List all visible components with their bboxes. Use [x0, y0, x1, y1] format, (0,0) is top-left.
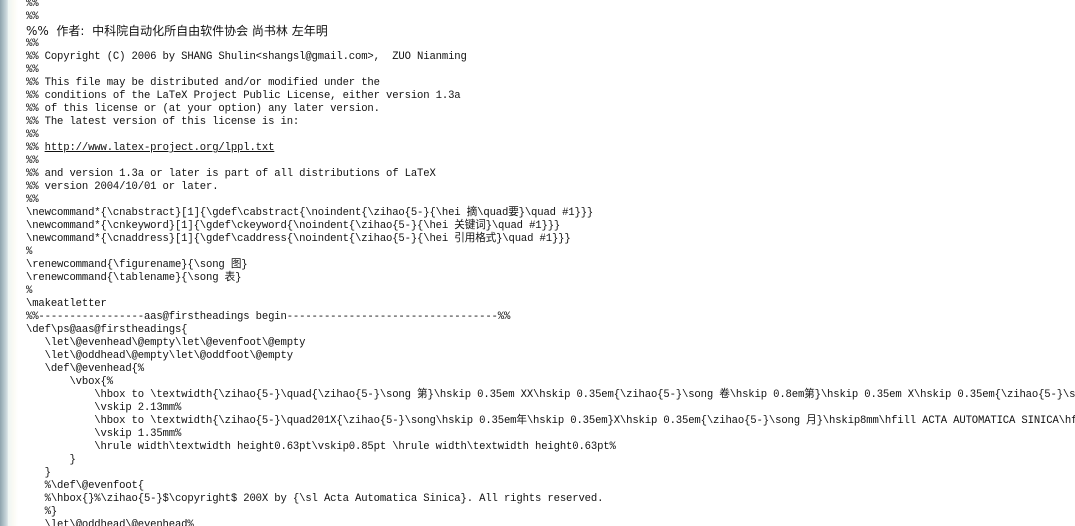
code-line: \let\@evenhead\@empty\let\@evenfoot\@emp…: [26, 337, 306, 349]
code-line: \renewcommand{\tablename}{\song 表}: [26, 272, 242, 284]
code-line: %%: [26, 129, 39, 141]
license-url-link[interactable]: http://www.latex-project.org/lppl.txt: [45, 142, 275, 154]
code-line: %%: [26, 38, 39, 50]
editor-text-area[interactable]: %%%%%% 作者: 中科院自动化所自由软件协会 尚书林 左年明%%%% Cop…: [26, 0, 1075, 526]
code-line: %%-----------------aas@firstheadings beg…: [26, 311, 511, 323]
code-line: \def\ps@aas@firstheadings{: [26, 324, 188, 336]
code-line: %% version 2004/10/01 or later.: [26, 181, 219, 193]
text-editor-window: %%%%%% 作者: 中科院自动化所自由软件协会 尚书林 左年明%%%% Cop…: [0, 0, 1075, 526]
code-line: \newcommand*{\cnaddress}[1]{\gdef\caddre…: [26, 233, 571, 245]
code-line: \vbox{%: [26, 376, 113, 388]
code-line: %% http://www.latex-project.org/lppl.txt: [26, 142, 1075, 155]
code-line: %\def\@evenfoot{: [26, 480, 144, 492]
code-line: %% conditions of the LaTeX Project Publi…: [26, 90, 461, 102]
code-line: %% 作者: 中科院自动化所自由软件协会 尚书林 左年明: [26, 24, 328, 38]
code-line: \vskip 2.13mm%: [26, 402, 182, 414]
code-line: \hbox to \textwidth{\zihao{5-}\quad{\zih…: [26, 389, 1075, 401]
code-line: \newcommand*{\cnkeyword}[1]{\gdef\ckeywo…: [26, 220, 561, 232]
code-line: \hrule width\textwidth height0.63pt\vski…: [26, 441, 616, 453]
code-line: %% The latest version of this license is…: [26, 116, 300, 128]
code-line: \hbox to \textwidth{\zihao{5-}\quad201X{…: [26, 415, 1075, 427]
code-line: %% Copyright (C) 2006 by SHANG Shulin<sh…: [26, 51, 467, 63]
code-line: %\hbox{}%\zihao{5-}$\copyright$ 200X by …: [26, 493, 604, 505]
code-line: %%: [26, 64, 39, 76]
code-line: %%: [26, 11, 39, 23]
code-line: %: [26, 285, 33, 297]
window-left-border: [0, 0, 8, 526]
code-line: \renewcommand{\figurename}{\song 图}: [26, 259, 248, 271]
code-line: \def\@evenhead{%: [26, 363, 144, 375]
code-line: %: [26, 246, 33, 258]
code-line: %%: [26, 155, 39, 167]
code-line: \makeatletter: [26, 298, 107, 310]
code-line: \let\@oddhead\@empty\let\@oddfoot\@empty: [26, 350, 293, 362]
comment-prefix: %%: [26, 142, 45, 154]
code-line: %% of this license or (at your option) a…: [26, 103, 380, 115]
code-line: \newcommand*{\cnabstract}[1]{\gdef\cabst…: [26, 207, 594, 219]
code-line: %%: [26, 194, 39, 206]
code-line: }: [26, 454, 76, 466]
code-line: \vskip 1.35mm%: [26, 428, 182, 440]
code-line: %}: [26, 506, 58, 518]
editor-gutter: [8, 0, 18, 526]
code-line: }: [26, 467, 51, 479]
code-line: \let\@oddhead\@evenhead%: [26, 519, 194, 526]
code-line: %%: [26, 0, 39, 10]
code-line: %% This file may be distributed and/or m…: [26, 77, 380, 89]
code-line: %% and version 1.3a or later is part of …: [26, 168, 436, 180]
